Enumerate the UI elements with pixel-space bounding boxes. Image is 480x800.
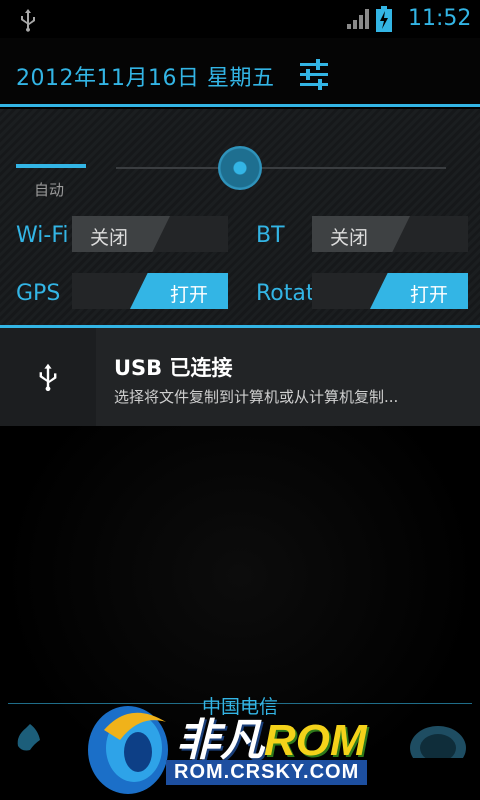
auto-brightness-label: 自动 [34,181,65,199]
date-label: 2012年11月16日 星期五 [16,66,275,91]
gps-switch-state: 打开 [169,284,208,306]
battery-charging-icon [376,6,392,36]
camera-icon[interactable] [408,718,468,770]
watermark-brand-a: 非凡 [176,716,264,765]
brightness-slider-track[interactable] [116,167,446,169]
notification-text: 选择将文件复制到计算机或从计算机复制... [114,388,399,406]
bt-switch[interactable]: 关闭 [312,216,468,252]
settings-sliders-icon [300,59,328,90]
status-bar: 11:52 [0,0,480,38]
settings-button[interactable] [294,54,334,94]
notification-title: USB 已连接 [114,356,233,380]
brightness-slider-thumb[interactable] [218,146,262,190]
gps-label: GPS [16,281,61,306]
signal-icon [346,8,370,34]
notification-icon-box [0,328,96,426]
wifi-switch-state: 关闭 [90,227,129,249]
notification-header: 2012年11月16日 星期五 [0,38,480,106]
usb-icon [39,363,57,392]
wifi-label: Wi-Fi [16,223,69,248]
watermark-url: ROM.CRSKY.COM [166,760,368,785]
quick-toggles-panel: 自动 Wi-Fi 关闭 BT 关闭 GPS 打开 Rotate 打开 [0,109,480,325]
crsky-logo-icon [88,706,168,794]
header-divider [0,104,480,107]
wifi-switch[interactable]: 关闭 [72,216,228,252]
bt-label: BT [256,223,285,248]
clock: 11:52 [408,6,472,31]
gps-switch[interactable]: 打开 [72,273,228,309]
phone-icon[interactable] [14,722,48,760]
watermark-brand-b: ROM [264,716,367,765]
usb-notification[interactable]: USB 已连接 选择将文件复制到计算机或从计算机复制... [0,328,480,426]
rotate-switch[interactable]: 打开 [312,273,468,309]
auto-brightness-toggle[interactable] [16,164,86,168]
watermark-logo: 非凡ROM ROM.CRSKY.COM [84,700,414,798]
usb-icon [18,8,38,36]
rotate-switch-state: 打开 [409,284,448,306]
bt-switch-state: 关闭 [330,227,369,249]
